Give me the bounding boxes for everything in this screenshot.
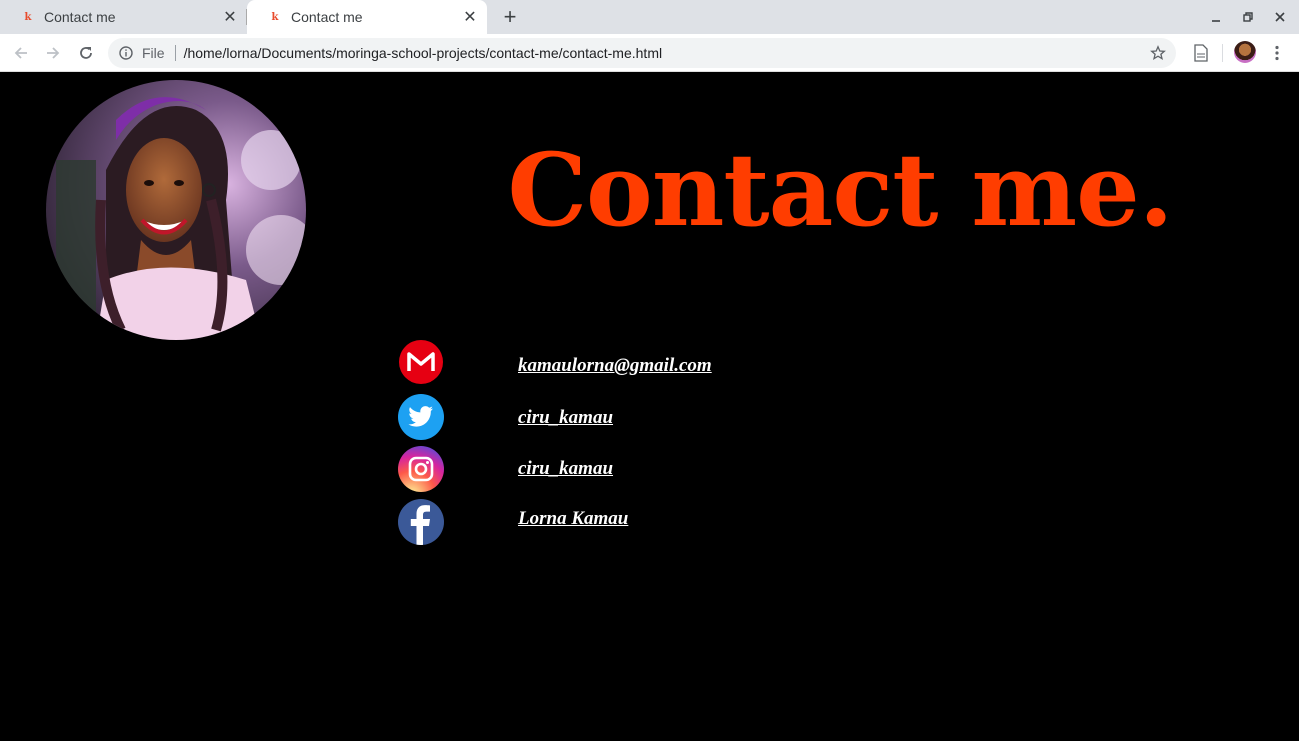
tab-contact-me-1[interactable]: k Contact me ✕	[0, 0, 247, 34]
site-info-icon[interactable]	[118, 45, 134, 61]
tab-contact-me-2[interactable]: k Contact me ✕	[247, 0, 487, 34]
email-link[interactable]: kamaulorna@gmail.com	[518, 355, 712, 377]
profile-avatar[interactable]	[1234, 41, 1256, 63]
profile-photo	[46, 80, 306, 340]
minimize-icon[interactable]	[1204, 5, 1228, 29]
tab-title: Contact me	[44, 9, 116, 25]
contact-row-facebook: Lorna Kamau	[398, 499, 798, 545]
address-bar[interactable]: File /home/lorna/Documents/moringa-schoo…	[108, 38, 1176, 68]
scheme-label: File	[142, 45, 165, 61]
instagram-icon[interactable]	[398, 446, 444, 492]
address-divider	[174, 45, 176, 61]
browser-menu-icon[interactable]	[1266, 41, 1288, 65]
gmail-icon[interactable]	[399, 340, 443, 384]
toolbar-divider	[1222, 44, 1223, 62]
contact-row-email: kamaulorna@gmail.com	[398, 340, 798, 386]
restore-icon[interactable]	[1236, 5, 1260, 29]
contact-row-twitter: ciru_kamau	[398, 394, 798, 440]
back-icon[interactable]	[8, 40, 34, 66]
site-favicon-icon: k	[24, 11, 32, 23]
close-tab-icon[interactable]: ✕	[461, 8, 479, 26]
twitter-icon[interactable]	[398, 394, 444, 440]
facebook-link[interactable]: Lorna Kamau	[518, 508, 628, 530]
close-window-icon[interactable]	[1268, 5, 1292, 29]
bookmark-star-icon[interactable]	[1146, 41, 1170, 65]
instagram-link[interactable]: ciru_kamau	[518, 458, 613, 480]
page-content: Contact me. kamaulorna@gmail.com ciru_ka…	[0, 72, 1299, 741]
tab-title: Contact me	[291, 9, 363, 25]
browser-toolbar: File /home/lorna/Documents/moringa-schoo…	[0, 34, 1299, 72]
close-tab-icon[interactable]: ✕	[221, 8, 239, 26]
forward-icon[interactable]	[40, 40, 66, 66]
url-text[interactable]: /home/lorna/Documents/moringa-school-pro…	[184, 45, 1146, 61]
new-tab-button[interactable]: +	[498, 4, 522, 29]
page-document-icon[interactable]	[1190, 42, 1212, 64]
page-title: Contact me.	[507, 131, 1173, 249]
reload-icon[interactable]	[73, 40, 99, 66]
facebook-icon[interactable]	[398, 499, 444, 545]
contact-row-instagram: ciru_kamau	[398, 446, 798, 492]
tab-strip: k Contact me ✕ k Contact me ✕ +	[0, 0, 1299, 34]
twitter-link[interactable]: ciru_kamau	[518, 407, 613, 429]
site-favicon-icon: k	[271, 11, 279, 23]
